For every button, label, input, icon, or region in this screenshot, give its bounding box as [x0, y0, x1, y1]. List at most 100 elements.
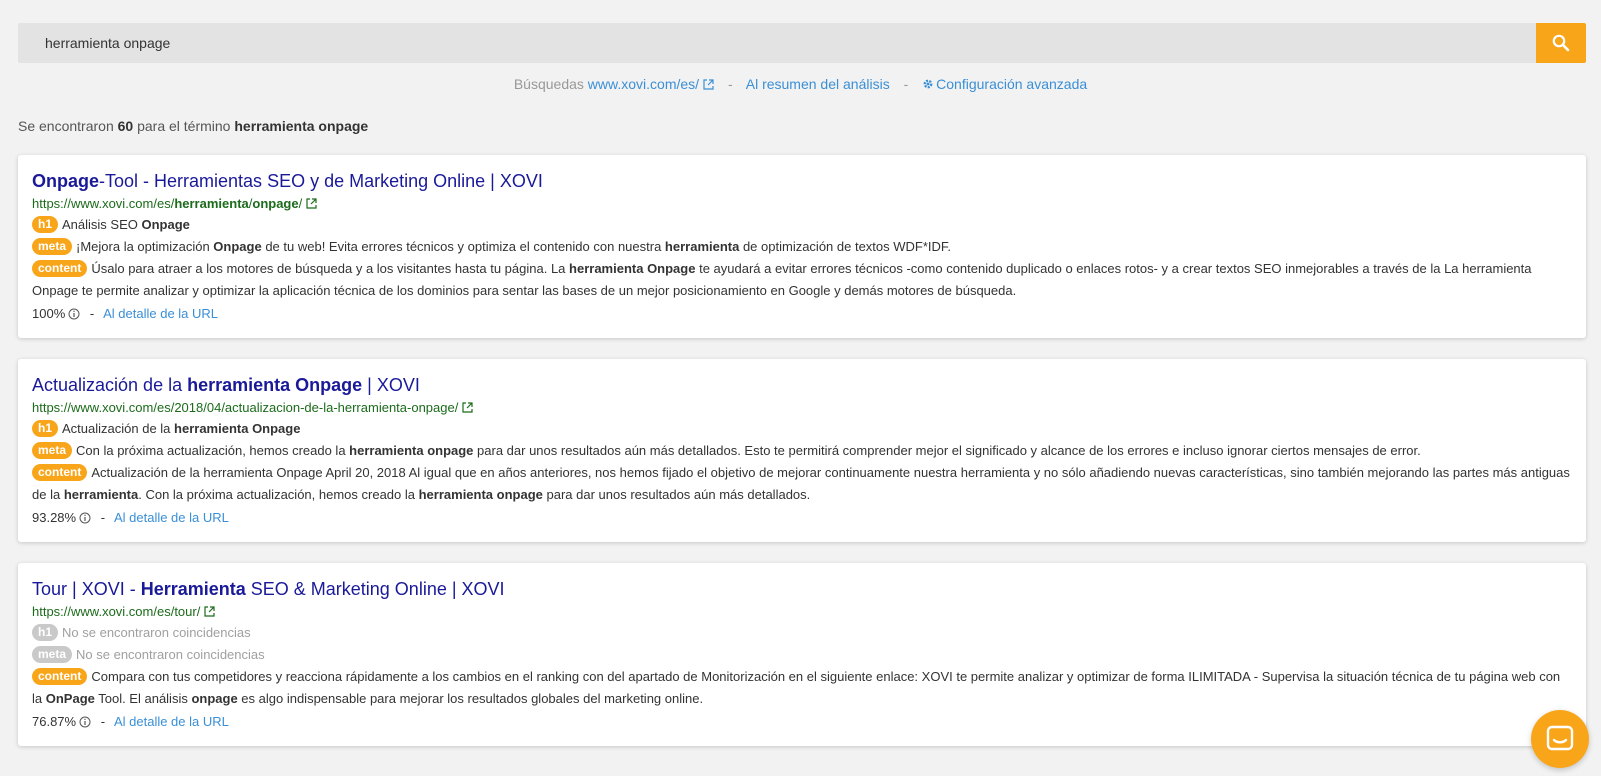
separator: - [903, 76, 909, 92]
content-highlight: herramienta [63, 487, 139, 502]
search-icon [1552, 34, 1570, 52]
url-detail-link[interactable]: Al detalle de la URL [103, 306, 218, 321]
separator: - [100, 714, 106, 729]
summary-prefix: Se encontraron [18, 118, 114, 134]
url-text: https://www.xovi.com/es/tour/ [32, 604, 201, 619]
match-score: 93.28% [32, 510, 77, 525]
meta-row: meta No se encontraron coincidencias [32, 644, 1572, 666]
h1-row: h1 Análisis SEO Onpage [32, 214, 1572, 236]
info-icon[interactable] [79, 512, 91, 524]
external-link-icon[interactable] [703, 79, 714, 90]
result-url[interactable]: https://www.xovi.com/es/herramienta /onpa… [32, 196, 1572, 212]
url-detail-link[interactable]: Al detalle de la URL [114, 714, 229, 729]
content-highlight: OnPage [45, 691, 95, 706]
content-text: . Con la próxima actualización, hemos cr… [138, 487, 419, 502]
title-text: SEO & Marketing Online | XOVI [245, 579, 505, 599]
h1-row: h1 No se encontraron coincidencias [32, 622, 1572, 644]
meta-text: de optimización de textos WDF*IDF. [739, 239, 952, 254]
meta-badge: meta [32, 646, 73, 663]
result-card: Tour | XOVI - Herramienta SEO & Marketin… [18, 563, 1586, 746]
domain-link[interactable]: www.xovi.com/es/ [588, 76, 699, 92]
content-text: para dar unos resultados aún más detalla… [542, 487, 811, 502]
meta-badge: meta [32, 442, 73, 459]
gear-icon [923, 79, 933, 89]
search-input[interactable] [18, 23, 1535, 63]
url-text: / [298, 196, 303, 211]
separator: - [100, 510, 106, 525]
meta-highlight: Onpage [213, 239, 262, 254]
content-highlight: onpage [191, 691, 238, 706]
content-row: content Compara con tus competidores y re… [32, 666, 1572, 710]
search-button[interactable] [1536, 23, 1586, 63]
content-highlight: herramienta Onpage [569, 261, 696, 276]
info-icon[interactable] [79, 716, 91, 728]
meta-text: No se encontraron coincidencias [76, 647, 265, 662]
h1-text: Análisis SEO [62, 217, 142, 232]
title-highlight: herramienta Onpage [187, 375, 363, 395]
meta-badge: meta [32, 238, 73, 255]
title-text: | XOVI [362, 375, 420, 395]
meta-text: para dar unos resultados aún más detalla… [473, 443, 1421, 458]
result-title[interactable]: Onpage-Tool - Herramientas SEO y de Mark… [32, 171, 543, 191]
content-row: content Úsalo para atraer a los motores d… [32, 258, 1572, 302]
url-detail-link[interactable]: Al detalle de la URL [114, 510, 229, 525]
chat-widget-button[interactable] [1531, 710, 1589, 768]
result-card: Actualización de la herramienta Onpage |… [18, 359, 1586, 542]
analysis-links: Búsquedas www.xovi.com/es/ - Al resumen … [0, 76, 1601, 92]
busquedas-label: Búsquedas [513, 76, 584, 92]
title-highlight: Onpage [32, 171, 100, 191]
result-url[interactable]: https://www.xovi.com/es/tour/ [32, 604, 1572, 620]
meta-highlight: herramienta onpage [349, 443, 474, 458]
title-text: -Tool - Herramientas SEO y de Marketing … [99, 171, 543, 191]
result-footer: 76.87% - Al detalle de la URL [32, 711, 1572, 733]
meta-text: ¡Mejora la optimización [76, 239, 214, 254]
h1-row: h1 Actualización de la herramienta Onpage [32, 418, 1572, 440]
h1-badge: h1 [32, 216, 59, 233]
h1-badge: h1 [32, 624, 59, 641]
meta-text: Con la próxima actualización, hemos crea… [76, 443, 350, 458]
meta-row: meta ¡Mejora la optimización Onpage de tu… [32, 236, 1572, 258]
content-row: content Actualización de la herramienta O… [32, 462, 1572, 506]
external-link-icon[interactable] [306, 198, 317, 209]
result-title[interactable]: Tour | XOVI - Herramienta SEO & Marketin… [32, 579, 505, 599]
meta-highlight: herramienta [664, 239, 740, 254]
content-text: es algo indispensable para mejorar los r… [237, 691, 704, 706]
external-link-icon[interactable] [462, 402, 473, 413]
content-highlight: herramienta onpage [418, 487, 543, 502]
results-count: 60 [117, 118, 134, 134]
title-text: Actualización de la [32, 375, 188, 395]
content-badge: content [32, 464, 88, 481]
config-link[interactable]: Configuración avanzada [922, 76, 1087, 92]
content-badge: content [32, 260, 88, 277]
results-summary: Se encontraron 60 para el término herram… [18, 118, 368, 134]
external-link-icon[interactable] [204, 606, 215, 617]
search-bar [18, 23, 1586, 63]
result-card: Onpage-Tool - Herramientas SEO y de Mark… [18, 155, 1586, 338]
h1-text: No se encontraron coincidencias [62, 625, 251, 640]
content-badge: content [32, 668, 88, 685]
h1-text: Actualización de la [62, 421, 175, 436]
summary-middle: para el término [137, 118, 231, 134]
result-footer: 100% - Al detalle de la URL [32, 303, 1572, 325]
chat-icon [1546, 725, 1574, 751]
url-highlight: herramienta [174, 196, 249, 211]
result-url[interactable]: https://www.xovi.com/es/2018/04/actualiz… [32, 400, 1572, 416]
result-title[interactable]: Actualización de la herramienta Onpage |… [32, 375, 420, 395]
separator: - [727, 76, 733, 92]
h1-badge: h1 [32, 420, 59, 437]
meta-row: meta Con la próxima actualización, hemos … [32, 440, 1572, 462]
result-footer: 93.28% - Al detalle de la URL [32, 507, 1572, 529]
info-icon[interactable] [68, 308, 80, 320]
url-text: https://www.xovi.com/es/ [32, 196, 175, 211]
config-link-label: Configuración avanzada [936, 76, 1088, 92]
content-text: Úsalo para atraer a los motores de búsqu… [91, 261, 570, 276]
separator: - [89, 306, 95, 321]
match-score: 100% [32, 306, 66, 321]
content-text: Tool. El análisis [94, 691, 192, 706]
title-highlight: Herramienta [140, 579, 246, 599]
title-text: Tour | XOVI - [32, 579, 141, 599]
resumen-link[interactable]: Al resumen del análisis [746, 76, 890, 92]
h1-highlight: Onpage [141, 217, 190, 232]
url-text: https://www.xovi.com/es/2018/04/actualiz… [32, 400, 459, 415]
match-score: 76.87% [32, 714, 77, 729]
